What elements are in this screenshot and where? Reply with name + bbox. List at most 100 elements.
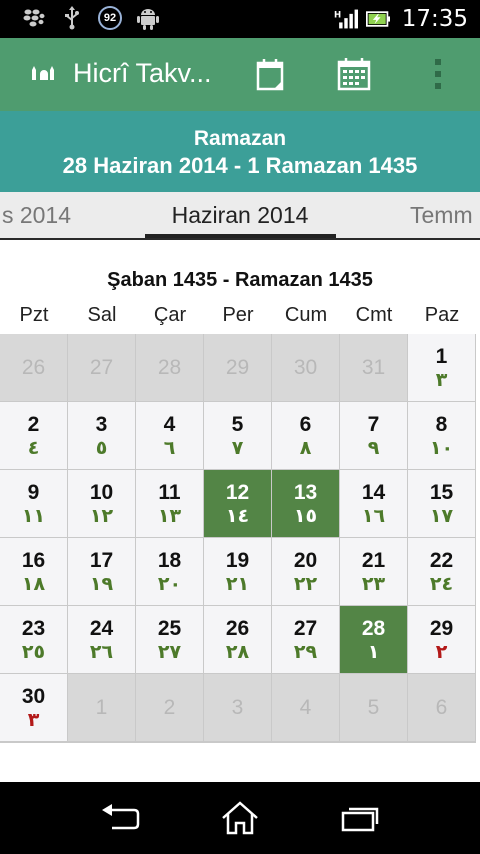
calendar-day-cell[interactable]: 9 ١١ [0, 470, 67, 537]
gregorian-day-number: 1 [95, 696, 108, 719]
weekday-label: Cmt [355, 304, 393, 326]
svg-text:H: H [334, 10, 341, 20]
hijri-day-number: ٤ [27, 437, 40, 459]
today-button[interactable] [252, 56, 288, 92]
calendar-day-cell[interactable]: 10 ١٢ [68, 470, 135, 537]
calendar-day-cell[interactable]: 5٧ [204, 402, 271, 469]
calendar-button[interactable] [336, 56, 372, 92]
hijri-day-number: ١١ [21, 505, 46, 527]
calendar-title: Şaban 1435 - Ramazan 1435 [107, 269, 373, 291]
recent-apps-button[interactable] [336, 798, 384, 838]
calendar-day-cell[interactable]: 28 ١ [340, 606, 407, 673]
calendar-day-cell[interactable]: 26 ٢٨ [204, 606, 271, 673]
gregorian-day-number: 28 [157, 356, 182, 379]
calendar-day-cell[interactable]: 16 ١٨ [0, 538, 67, 605]
gregorian-day-number: 17 [89, 549, 114, 572]
home-button[interactable] [216, 798, 264, 838]
gregorian-day-number: 9 [27, 481, 40, 504]
hijri-day-number: ١ [367, 641, 380, 663]
gregorian-day-number: 24 [89, 617, 114, 640]
gregorian-day-number: 30 [293, 356, 318, 379]
tab-next-month[interactable]: Temm [410, 202, 473, 229]
month-tab-strip: s 2014 Haziran 2014 Temm [0, 192, 480, 240]
calendar-day-cell[interactable]: 30 ٣ [0, 674, 67, 741]
hijri-day-number: ٣ [435, 369, 448, 391]
calendar-day-cell[interactable]: 29 ٢ [408, 606, 475, 673]
gregorian-day-number: 26 [21, 356, 46, 379]
calendar-day-cell[interactable]: 23 ٢٥ [0, 606, 67, 673]
gregorian-day-number: 3 [231, 696, 244, 719]
calendar-day-cell[interactable]: 20 ٢٢ [272, 538, 339, 605]
calendar-day-cell[interactable]: 17 ١٩ [68, 538, 135, 605]
back-button[interactable] [96, 798, 144, 838]
back-icon [102, 804, 140, 830]
tab-current-month[interactable]: Haziran 2014 [0, 202, 480, 229]
recent-apps-icon [341, 807, 379, 832]
hijri-day-number: ١٢ [89, 505, 114, 527]
hijri-month-label: Ramazan [193, 127, 287, 150]
calendar-day-cell[interactable]: 11 ١٣ [136, 470, 203, 537]
calendar-day-cell[interactable]: 19 ٢١ [204, 538, 271, 605]
calendar-day-cell[interactable]: 27 [68, 334, 135, 401]
overflow-menu-button[interactable] [420, 56, 456, 92]
calendar-day-cell[interactable]: 15 ١٧ [408, 470, 475, 537]
calendar-day-cell[interactable]: 2 [136, 674, 203, 741]
calendar-day-cell[interactable]: 29 [204, 334, 271, 401]
crescent-mosque-icon [22, 58, 62, 98]
calendar-day-cell[interactable]: 3٥ [68, 402, 135, 469]
calendar-day-cell[interactable]: 8 ١٠ [408, 402, 475, 469]
calendar-day-cell[interactable]: 3 [204, 674, 271, 741]
calendar-day-cell[interactable]: 26 [0, 334, 67, 401]
gregorian-day-number: 15 [429, 481, 454, 504]
app-title: Hicrî Takv... [73, 58, 212, 88]
calendar-day-cell[interactable]: 28 [136, 334, 203, 401]
gregorian-day-number: 29 [225, 356, 250, 379]
calendar-day-cell[interactable]: 31 [340, 334, 407, 401]
calendar-day-cell[interactable]: 1 [68, 674, 135, 741]
calendar-grid: 26 27 28 29 30 31 1 ٣ 2 ٤ 3 ٥ 4 ٦ 5 ٧ 6 ٨ 7 ٩ 8 ١٠ 9 ١١ 10 ١٢ 11 ١٣… [0, 334, 476, 743]
gregorian-day-number: 3 [95, 413, 108, 436]
android-icon [136, 6, 160, 30]
calendar-day-cell[interactable]: 5 [340, 674, 407, 741]
calendar-day-cell[interactable]: 24 ٢٦ [68, 606, 135, 673]
hijri-day-number: ٢٧ [157, 641, 182, 663]
weekday-label: Sal [87, 304, 117, 326]
hijri-day-number: ١٦ [361, 505, 386, 527]
calendar-day-cell[interactable]: 7٩ [340, 402, 407, 469]
calendar-day-cell[interactable]: 27 ٢٩ [272, 606, 339, 673]
calendar-day-cell[interactable]: 30 [272, 334, 339, 401]
calendar-day-cell[interactable]: 25 ٢٧ [136, 606, 203, 673]
calendar-day-cell[interactable]: 6 [408, 674, 475, 741]
calendar-day-cell[interactable]: 2٤ [0, 402, 67, 469]
gregorian-day-number: 11 [158, 481, 181, 504]
gregorian-day-number: 27 [293, 617, 318, 640]
calendar-day-cell[interactable]: 21 ٢٣ [340, 538, 407, 605]
calendar-day-cell[interactable]: 1٣ [408, 334, 475, 401]
weekday-label: Paz [424, 304, 460, 326]
hijri-day-number: ٢٥ [21, 641, 46, 663]
calendar-day-cell[interactable]: 13 ١٥ [272, 470, 339, 537]
calendar-day-cell[interactable]: 18 ٢٠ [136, 538, 203, 605]
gregorian-day-number: 14 [361, 481, 386, 504]
calendar-day-cell[interactable]: 14 ١٦ [340, 470, 407, 537]
calendar-day-cell[interactable]: 4٦ [136, 402, 203, 469]
calendar-day-cell[interactable]: 12 ١٤ [204, 470, 271, 537]
hijri-day-number: ٢٠ [157, 573, 182, 595]
gregorian-day-number: 23 [21, 617, 46, 640]
date-range-label: 28 Haziran 2014 - 1 Ramazan 1435 [62, 153, 418, 178]
calendar-day-cell[interactable]: 6٨ [272, 402, 339, 469]
system-icons: H 17:35 [334, 6, 468, 32]
hijri-day-number: ٣ [27, 709, 40, 731]
hijri-day-number: ٩ [367, 437, 380, 459]
notification-badge: 92 [98, 6, 122, 30]
hijri-day-number: ٢٤ [429, 573, 454, 595]
gregorian-day-number: 10 [89, 481, 114, 504]
calendar-day-cell[interactable]: 4 [272, 674, 339, 741]
gregorian-day-number: 29 [429, 617, 454, 640]
gregorian-day-number: 31 [361, 356, 386, 379]
date-info-banner: Ramazan 28 Haziran 2014 - 1 Ramazan 1435 [0, 111, 480, 192]
action-bar: Hicrî Takv... [0, 38, 480, 111]
calendar-day-cell[interactable]: 22 ٢٤ [408, 538, 475, 605]
home-icon [222, 801, 258, 835]
gregorian-day-number: 18 [157, 549, 182, 572]
